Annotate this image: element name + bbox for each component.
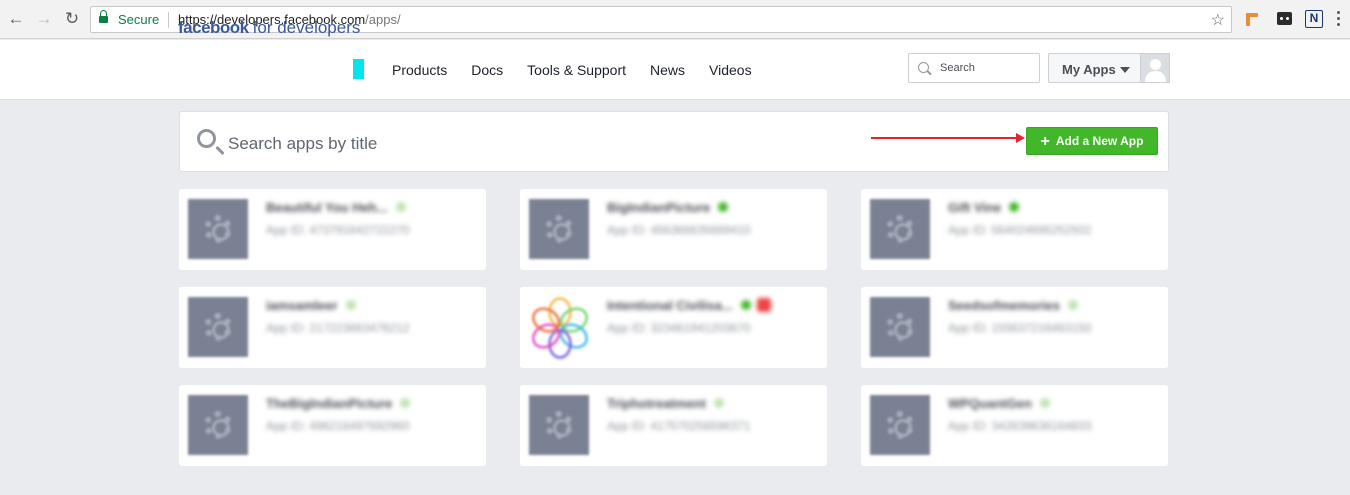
app-search-bar: Search apps by title + Add a New App bbox=[179, 111, 1169, 172]
gear-icon bbox=[545, 411, 573, 439]
add-new-app-label: Add a New App bbox=[1055, 134, 1144, 148]
app-card[interactable]: Beautiful You Heh... App ID: 473791642722… bbox=[179, 189, 486, 270]
annotation-arrow-line bbox=[871, 137, 1018, 139]
app-icon bbox=[188, 395, 248, 455]
gear-icon bbox=[886, 215, 914, 243]
gear-icon bbox=[886, 411, 914, 439]
app-title: Gift Vine bbox=[948, 200, 1020, 215]
browser-menu-icon[interactable] bbox=[1337, 11, 1341, 27]
app-id: App ID: 323461941203670 bbox=[607, 321, 751, 335]
nav-docs[interactable]: Docs bbox=[471, 62, 503, 78]
alert-badge-icon bbox=[756, 298, 771, 312]
app-card[interactable]: Gift Vine App ID: 564024695252502 bbox=[861, 189, 1168, 270]
extension-orange-icon[interactable] bbox=[1244, 10, 1262, 28]
top-navigation: Products Docs Tools & Support News Video… bbox=[392, 62, 776, 78]
status-dot-icon bbox=[1068, 300, 1078, 310]
back-arrow-icon[interactable]: ← bbox=[6, 9, 26, 29]
header-search-input[interactable]: Search bbox=[908, 53, 1040, 83]
app-id: App ID: 417570256596371 bbox=[607, 419, 751, 433]
extension-incognito-icon[interactable] bbox=[1276, 10, 1294, 28]
extension-n-icon[interactable]: N bbox=[1305, 10, 1323, 28]
plus-icon: + bbox=[1040, 133, 1050, 150]
nav-news[interactable]: News bbox=[650, 62, 685, 78]
highlight-marker bbox=[353, 59, 364, 79]
status-dot-icon bbox=[740, 300, 751, 310]
user-avatar[interactable] bbox=[1140, 53, 1170, 83]
app-title: Beautiful You Heh... bbox=[266, 200, 406, 215]
gear-icon bbox=[204, 411, 232, 439]
app-id: App ID: 155637216463150 bbox=[948, 321, 1092, 335]
annotation-arrow-head-icon bbox=[1016, 133, 1025, 143]
app-title: Intentional Civilisa... bbox=[607, 298, 771, 313]
app-card[interactable]: Triphotreatment App ID: 417570256596371 bbox=[520, 385, 827, 466]
add-new-app-button[interactable]: + Add a New App bbox=[1026, 127, 1158, 155]
app-search-input[interactable]: Search apps by title bbox=[228, 134, 377, 154]
app-card[interactable]: BigIndianPicture App ID: 456366635669410 bbox=[520, 189, 827, 270]
secure-label: Secure bbox=[118, 12, 160, 27]
app-icon bbox=[870, 199, 930, 259]
bookmark-star-icon[interactable]: ☆ bbox=[1211, 10, 1225, 30]
app-id: App ID: 217223663476212 bbox=[266, 321, 410, 335]
header-search-placeholder: Search bbox=[940, 62, 975, 74]
brand-for-developers: for developers bbox=[252, 18, 361, 37]
brand-facebook: facebook bbox=[178, 18, 249, 37]
caret-down-icon bbox=[1120, 67, 1130, 73]
my-apps-label: My Apps bbox=[1062, 62, 1116, 77]
app-title: WPQuantGen bbox=[948, 396, 1050, 411]
flower-icon bbox=[527, 295, 593, 361]
site-logo[interactable]: facebook for developers bbox=[178, 18, 360, 38]
reload-icon[interactable]: ↻ bbox=[62, 9, 82, 29]
status-dot-icon bbox=[1009, 202, 1020, 212]
app-title: Seedsofmemories bbox=[948, 298, 1078, 313]
app-icon bbox=[529, 199, 589, 259]
app-title: TheBigIndianPicture bbox=[266, 396, 411, 411]
app-title: iamsamleer bbox=[266, 298, 356, 313]
app-title: BigIndianPicture bbox=[607, 200, 729, 215]
app-icon bbox=[870, 395, 930, 455]
address-divider bbox=[168, 12, 169, 28]
status-dot-icon bbox=[718, 202, 729, 212]
app-icon bbox=[529, 395, 589, 455]
app-card[interactable]: Intentional Civilisa... App ID: 323461941… bbox=[520, 287, 827, 368]
app-card[interactable]: TheBigIndianPicture App ID: 4962164976929… bbox=[179, 385, 486, 466]
gear-icon bbox=[204, 313, 232, 341]
gear-icon bbox=[204, 215, 232, 243]
search-icon bbox=[197, 129, 216, 148]
app-title: Triphotreatment bbox=[607, 396, 724, 411]
app-id: App ID: 564024695252502 bbox=[948, 223, 1092, 237]
my-apps-dropdown[interactable]: My Apps bbox=[1048, 53, 1141, 83]
app-icon bbox=[870, 297, 930, 357]
nav-tools-support[interactable]: Tools & Support bbox=[527, 62, 626, 78]
status-dot-icon bbox=[345, 300, 356, 310]
nav-videos[interactable]: Videos bbox=[709, 62, 752, 78]
status-dot-icon bbox=[1039, 398, 1050, 408]
status-dot-icon bbox=[395, 202, 406, 212]
app-id: App ID: 456366635669410 bbox=[607, 223, 751, 237]
app-icon bbox=[188, 297, 248, 357]
status-dot-icon bbox=[400, 398, 411, 408]
nav-products[interactable]: Products bbox=[392, 62, 447, 78]
forward-arrow-icon[interactable]: → bbox=[34, 9, 54, 29]
lock-icon bbox=[99, 10, 108, 25]
app-card[interactable]: WPQuantGen App ID: 342639636164833 bbox=[861, 385, 1168, 466]
app-id: App ID: 473791642722270 bbox=[266, 223, 410, 237]
gear-icon bbox=[886, 313, 914, 341]
app-icon bbox=[188, 199, 248, 259]
status-dot-icon bbox=[713, 398, 724, 408]
search-icon bbox=[918, 62, 929, 73]
app-card[interactable]: Seedsofmemories App ID: 155637216463150 bbox=[861, 287, 1168, 368]
gear-icon bbox=[545, 215, 573, 243]
app-id: App ID: 342639636164833 bbox=[948, 419, 1092, 433]
app-id: App ID: 496216497692960 bbox=[266, 419, 410, 433]
app-card[interactable]: iamsamleer App ID: 217223663476212 bbox=[179, 287, 486, 368]
